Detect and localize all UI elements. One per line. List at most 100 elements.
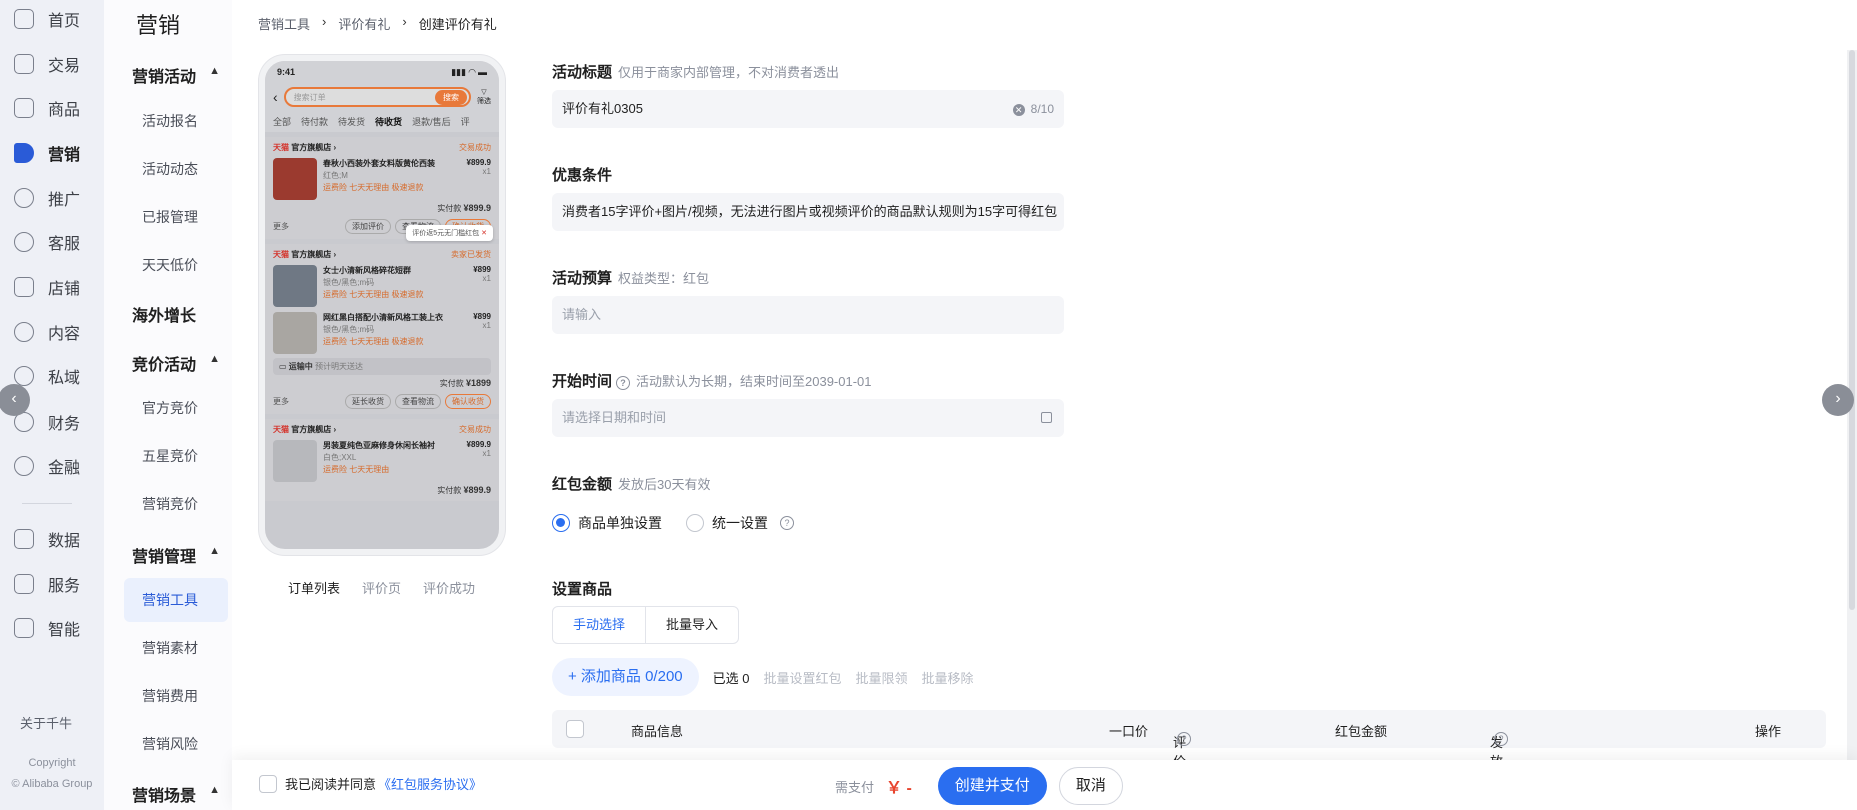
shipping-eta: 预计明天送达 [315,362,364,371]
brand-label: 天猫 [273,425,289,434]
start-time-label: 开始时间? 活动默认为长期，结束时间至2039-01-01 [552,370,872,391]
agreement-link[interactable]: 《红包服务协议》 [378,774,482,793]
nav-label: 金融 [48,460,81,477]
breadcrumb-item[interactable]: 评价有礼 [338,14,390,33]
add-goods-button[interactable]: + 添加商品 0/200 [552,658,699,696]
nav-item-bank[interactable]: 金融 [0,444,104,488]
help-icon[interactable]: ? [1494,732,1508,746]
radio-per-product[interactable] [552,514,570,532]
preview-tab-review-success[interactable]: 评价成功 [423,578,475,597]
create-and-pay-button[interactable]: 创建并支付 [937,767,1047,805]
total-label: 实付款 [437,486,462,495]
nav-item-smart[interactable]: 智能 [0,606,104,650]
menu-item[interactable]: 营销素材 [142,638,198,658]
nav-item-service[interactable]: 服务 [0,562,104,606]
total-label: 实付款 [437,204,462,213]
preview-tab-order-list[interactable]: 订单列表 [288,578,340,597]
chevron-right-icon[interactable]: › [1822,384,1854,416]
nav-item-goods[interactable]: 商品 [0,86,104,130]
shop-name: 官方旗舰店 [291,250,332,259]
product-tags: 运费险 七天无理由 极速退款 [323,290,424,299]
product-price: ¥899.9 [466,440,491,449]
chevron-right-icon: › [322,14,327,29]
budget-placeholder: 请输入 [562,307,602,322]
start-time-picker[interactable]: 请选择日期和时间 [552,399,1064,437]
brand-label: 天猫 [273,250,289,259]
batch-set-redpacket-button[interactable]: 批量设置红包 [763,668,841,687]
nav-item-home[interactable]: 首页 [0,0,104,41]
label-text: 活动标题 [552,64,613,81]
cancel-button[interactable]: 取消 [1058,767,1123,805]
main-content: 营销工具 › 评价有礼 › 创建评价有礼 9:41 ▮▮▮ ◠ ▬ ‹ 搜索订单… [232,0,1857,810]
title-input[interactable]: 评价有礼0305 ✕ 8/10 [552,90,1064,128]
batch-remove-button[interactable]: 批量移除 [922,668,974,687]
copyright-line: Copyright [28,757,76,769]
segment-batch-import[interactable]: 批量导入 [646,607,738,643]
menu-item[interactable]: 营销风险 [142,734,198,754]
menu-group-bidding[interactable]: 竞价活动 ▲ [132,351,228,375]
nav-item-content[interactable]: 内容 [0,310,104,354]
menu-item[interactable]: 活动报名 [142,111,198,131]
product-tags: 运费险 七天无理由 [323,465,390,474]
product-thumbnail [273,265,317,307]
budget-input[interactable]: 请输入 [552,296,1064,334]
condition-input[interactable]: 消费者15字评价+图片/视频，无法进行图片或视频评价的商品默认规则为15字可得红… [552,193,1064,231]
menu-group-scenes[interactable]: 营销场景 ▲ [132,782,228,806]
chevron-right-icon: › [402,14,407,29]
nav-label: 商品 [48,102,81,119]
nav-item-customer-service[interactable]: 客服 [0,220,104,264]
truck-icon: ▭ [279,362,287,371]
menu-item-marketing-tools[interactable]: 营销工具 [124,578,228,622]
menu-item[interactable]: 五星竞价 [142,446,198,466]
breadcrumb-item[interactable]: 营销工具 [258,14,310,33]
char-count: 8/10 [1030,102,1054,116]
copyright-line: © Alibaba Group [11,778,93,790]
help-icon[interactable]: ? [780,516,794,530]
menu-item[interactable]: 官方竞价 [142,398,198,418]
about-link[interactable]: 关于千牛 [20,713,72,732]
select-all-checkbox[interactable] [566,720,584,738]
nav-label: 客服 [48,236,81,253]
radio-unified[interactable] [686,514,704,532]
trade-icon [14,54,34,74]
help-icon[interactable]: ? [1177,732,1191,746]
nav-label: 服务 [48,578,81,595]
phone-tab: 全部 [273,117,292,127]
scrollbar-thumb[interactable] [1849,50,1855,610]
menu-item[interactable]: 营销竞价 [142,494,198,514]
label-text: 设置商品 [552,581,613,598]
label-hint: 权益类型：红包 [618,271,710,286]
phone-tab-active: 待收货 [375,117,403,127]
nav-item-data[interactable]: 数据 [0,517,104,561]
phone-search-placeholder: 搜索订单 [293,92,326,102]
preview-tab-review[interactable]: 评价页 [362,578,401,597]
nav-item-store[interactable]: 店铺 [0,265,104,309]
agree-checkbox[interactable] [259,774,277,793]
action-footer: 我已阅读并同意 《红包服务协议》 需支付 ￥ - 创建并支付 取消 [232,760,1857,810]
menu-item[interactable]: 营销费用 [142,686,198,706]
menu-item[interactable]: 已报管理 [142,207,198,227]
product-thumbnail [273,312,317,354]
menu-item[interactable]: 天天低价 [142,255,198,275]
menu-group-marketing-activity[interactable]: 营销活动 ▲ [132,63,228,87]
goods-toolbar: + 添加商品 0/200 已选 0 批量设置红包 批量限领 批量移除 [552,658,974,696]
menu-group-label: 营销管理 [132,549,197,566]
batch-limit-button[interactable]: 批量限领 [856,668,908,687]
phone-status-bar: 9:41 ▮▮▮ ◠ ▬ [265,61,499,83]
segment-manual[interactable]: 手动选择 [553,607,647,643]
help-icon[interactable]: ? [616,376,631,390]
product-tags: 运费险 七天无理由 极速退款 [323,183,424,192]
clear-icon[interactable]: ✕ [1012,104,1025,116]
shop-name: 官方旗舰店 [291,143,332,152]
breadcrumb-current: 创建评价有礼 [418,17,497,32]
menu-group-overseas[interactable]: 海外增长 [132,302,228,326]
breadcrumb: 营销工具 › 评价有礼 › 创建评价有礼 [258,14,497,33]
store-icon [14,277,34,297]
menu-group-management[interactable]: 营销管理 ▲ [132,543,228,567]
menu-item[interactable]: 活动动态 [142,159,198,179]
rail-divider [22,503,72,504]
chevron-up-icon: ▲ [209,545,220,557]
nav-item-promote[interactable]: 推广 [0,176,104,220]
nav-item-marketing[interactable]: 营销 [0,131,104,175]
nav-item-trade[interactable]: 交易 [0,42,104,86]
